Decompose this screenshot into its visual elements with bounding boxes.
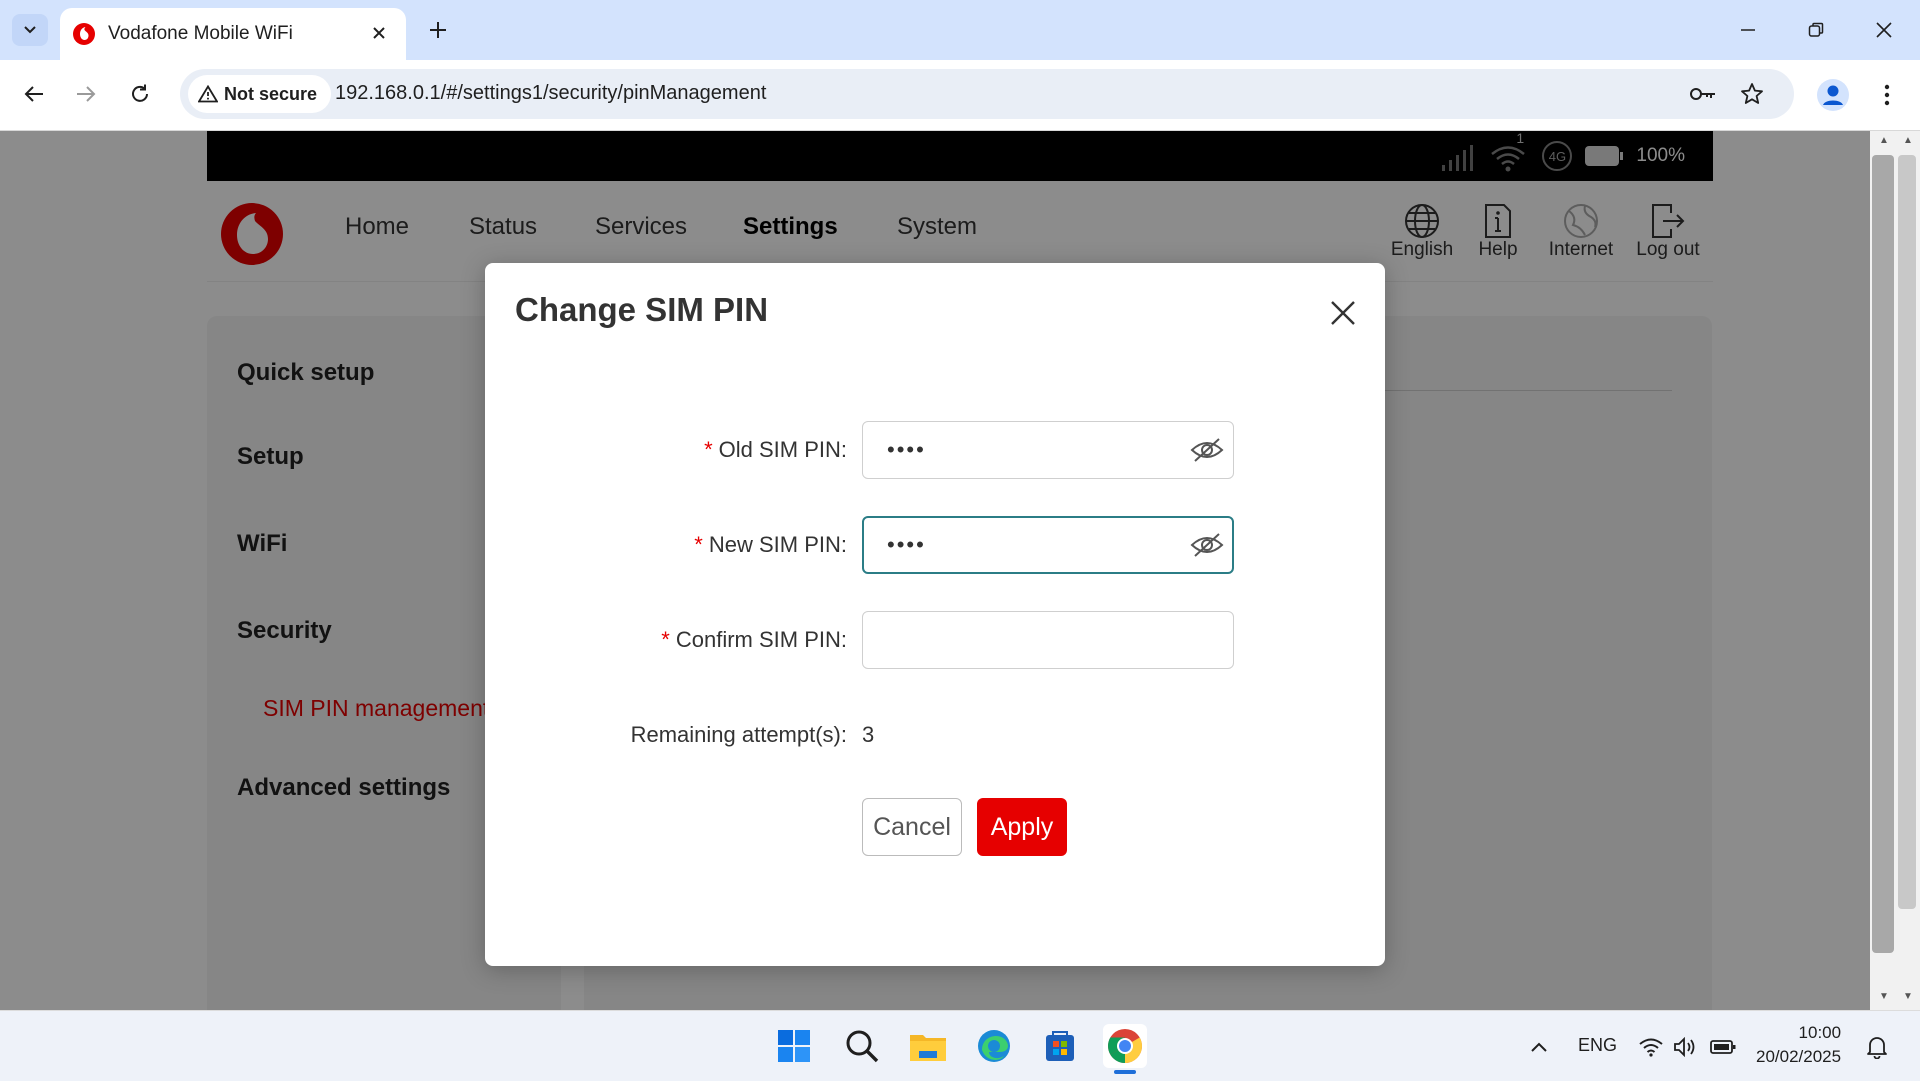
scrollbar-thumb-secondary[interactable] <box>1898 155 1916 909</box>
store-icon <box>1046 1031 1074 1061</box>
tab-title: Vodafone Mobile WiFi <box>108 23 293 44</box>
confirm-pin-input[interactable] <box>862 611 1234 669</box>
minimize-icon <box>1741 29 1755 31</box>
scroll-down-arrow-2[interactable]: ▼ <box>1903 991 1913 1002</box>
show-hidden-icons-button[interactable] <box>1526 1035 1552 1059</box>
eye-off-icon <box>1190 533 1224 557</box>
remaining-attempts-label: Remaining attempt(s): <box>630 722 847 747</box>
old-pin-value: •••• <box>887 437 926 462</box>
start-button[interactable] <box>772 1024 816 1068</box>
volume-tray-icon[interactable] <box>1672 1035 1698 1059</box>
required-asterisk: * <box>704 437 713 462</box>
scroll-up-arrow-2[interactable]: ▲ <box>1903 135 1913 146</box>
new-pin-value: •••• <box>887 532 926 557</box>
windows-taskbar: ENG 10:00 20/02/2025 <box>0 1010 1920 1081</box>
search-icon <box>846 1030 879 1063</box>
url-text[interactable]: 192.168.0.1/#/settings1/security/pinMana… <box>335 82 766 105</box>
dialog-title: Change SIM PIN <box>515 291 769 328</box>
edge-button[interactable] <box>972 1024 1016 1068</box>
tab-search-button[interactable] <box>12 14 48 46</box>
cancel-button[interactable]: Cancel <box>862 798 962 856</box>
new-tab-button[interactable] <box>424 16 452 44</box>
arrow-right-icon <box>77 86 96 102</box>
chrome-button[interactable] <box>1103 1024 1147 1068</box>
warning-icon <box>198 85 218 103</box>
plus-icon <box>430 22 446 38</box>
profile-button[interactable] <box>1814 76 1852 114</box>
notifications-button[interactable] <box>1864 1035 1890 1059</box>
confirm-pin-label: * Confirm SIM PIN: <box>661 627 847 653</box>
old-pin-label: * Old SIM PIN: <box>704 437 847 463</box>
key-icon <box>1690 88 1715 100</box>
remaining-attempts-value: 3 <box>862 722 875 747</box>
file-explorer-button[interactable] <box>906 1024 950 1068</box>
wifi-icon <box>1639 1038 1663 1057</box>
clock-date: 20/02/2025 <box>1756 1047 1842 1066</box>
chevron-down-icon <box>24 26 36 34</box>
chevron-up-icon <box>1531 1042 1547 1052</box>
address-bar[interactable]: Not secure 192.168.0.1/#/settings1/secur… <box>180 69 1794 119</box>
bell-icon <box>1867 1037 1887 1059</box>
network-tray-icon[interactable] <box>1638 1035 1664 1059</box>
required-asterisk: * <box>661 627 670 652</box>
page-scrollbar[interactable]: ▲ ▲ ▼ ▼ <box>1870 131 1920 1010</box>
new-pin-visibility-toggle[interactable] <box>1189 530 1225 560</box>
forward-button[interactable] <box>66 74 106 114</box>
scroll-down-arrow[interactable]: ▼ <box>1879 991 1889 1002</box>
site-info-button[interactable]: Not secure <box>188 75 332 113</box>
eye-off-icon <box>1190 438 1224 462</box>
old-pin-visibility-toggle[interactable] <box>1189 435 1225 465</box>
avatar-icon <box>1817 79 1849 111</box>
scrollbar-thumb[interactable] <box>1872 155 1894 953</box>
browser-menu-button[interactable] <box>1872 76 1902 114</box>
close-icon <box>1331 301 1355 325</box>
new-pin-label: * New SIM PIN: <box>694 532 847 558</box>
apply-button[interactable]: Apply <box>977 798 1067 856</box>
browser-tab[interactable]: Vodafone Mobile WiFi <box>60 8 406 60</box>
input-language[interactable]: ENG <box>1578 1035 1617 1056</box>
folder-icon <box>910 1035 946 1061</box>
new-pin-label-text: New SIM PIN: <box>708 532 847 557</box>
new-pin-input[interactable]: •••• <box>862 516 1234 574</box>
back-button[interactable] <box>14 74 54 114</box>
more-vertical-icon <box>1884 84 1890 106</box>
minimize-button[interactable] <box>1728 12 1768 48</box>
battery-tray-icon[interactable] <box>1710 1035 1736 1059</box>
close-icon <box>373 27 385 39</box>
security-label: Not secure <box>224 83 318 104</box>
speaker-icon <box>1674 1037 1695 1057</box>
old-pin-label-text: Old SIM PIN: <box>718 437 847 462</box>
dialog-close-button[interactable] <box>1323 293 1363 333</box>
bookmark-button[interactable] <box>1737 79 1767 109</box>
windows-logo-icon <box>778 1030 810 1062</box>
restore-icon <box>1808 22 1824 37</box>
change-sim-pin-dialog: Change SIM PIN * Old SIM PIN: •••• * New S… <box>485 263 1385 966</box>
confirm-pin-label-text: Confirm SIM PIN: <box>675 627 847 652</box>
star-icon <box>1741 83 1763 104</box>
vodafone-favicon-icon <box>73 23 95 45</box>
edge-icon <box>978 1030 1010 1062</box>
arrow-left-icon <box>24 86 43 102</box>
store-button[interactable] <box>1038 1024 1082 1068</box>
password-key-button[interactable] <box>1688 79 1718 109</box>
chrome-icon <box>1108 1029 1142 1063</box>
search-button[interactable] <box>840 1024 884 1068</box>
close-window-button[interactable] <box>1864 12 1904 48</box>
system-clock[interactable]: 10:00 20/02/2025 <box>1756 1021 1841 1069</box>
old-pin-input[interactable]: •••• <box>862 421 1234 479</box>
scroll-up-arrow[interactable]: ▲ <box>1879 135 1889 146</box>
reload-button[interactable] <box>120 74 160 114</box>
tab-close-button[interactable] <box>366 20 392 46</box>
reload-icon <box>132 84 148 102</box>
browser-tab-bar: Vodafone Mobile WiFi <box>0 0 1920 60</box>
required-asterisk: * <box>694 532 703 557</box>
restore-button[interactable] <box>1796 12 1836 48</box>
close-icon <box>1876 22 1892 38</box>
browser-toolbar: Not secure 192.168.0.1/#/settings1/secur… <box>0 60 1920 131</box>
clock-time: 10:00 <box>1798 1023 1842 1042</box>
active-app-indicator <box>1114 1070 1136 1074</box>
battery-icon <box>1710 1040 1736 1054</box>
